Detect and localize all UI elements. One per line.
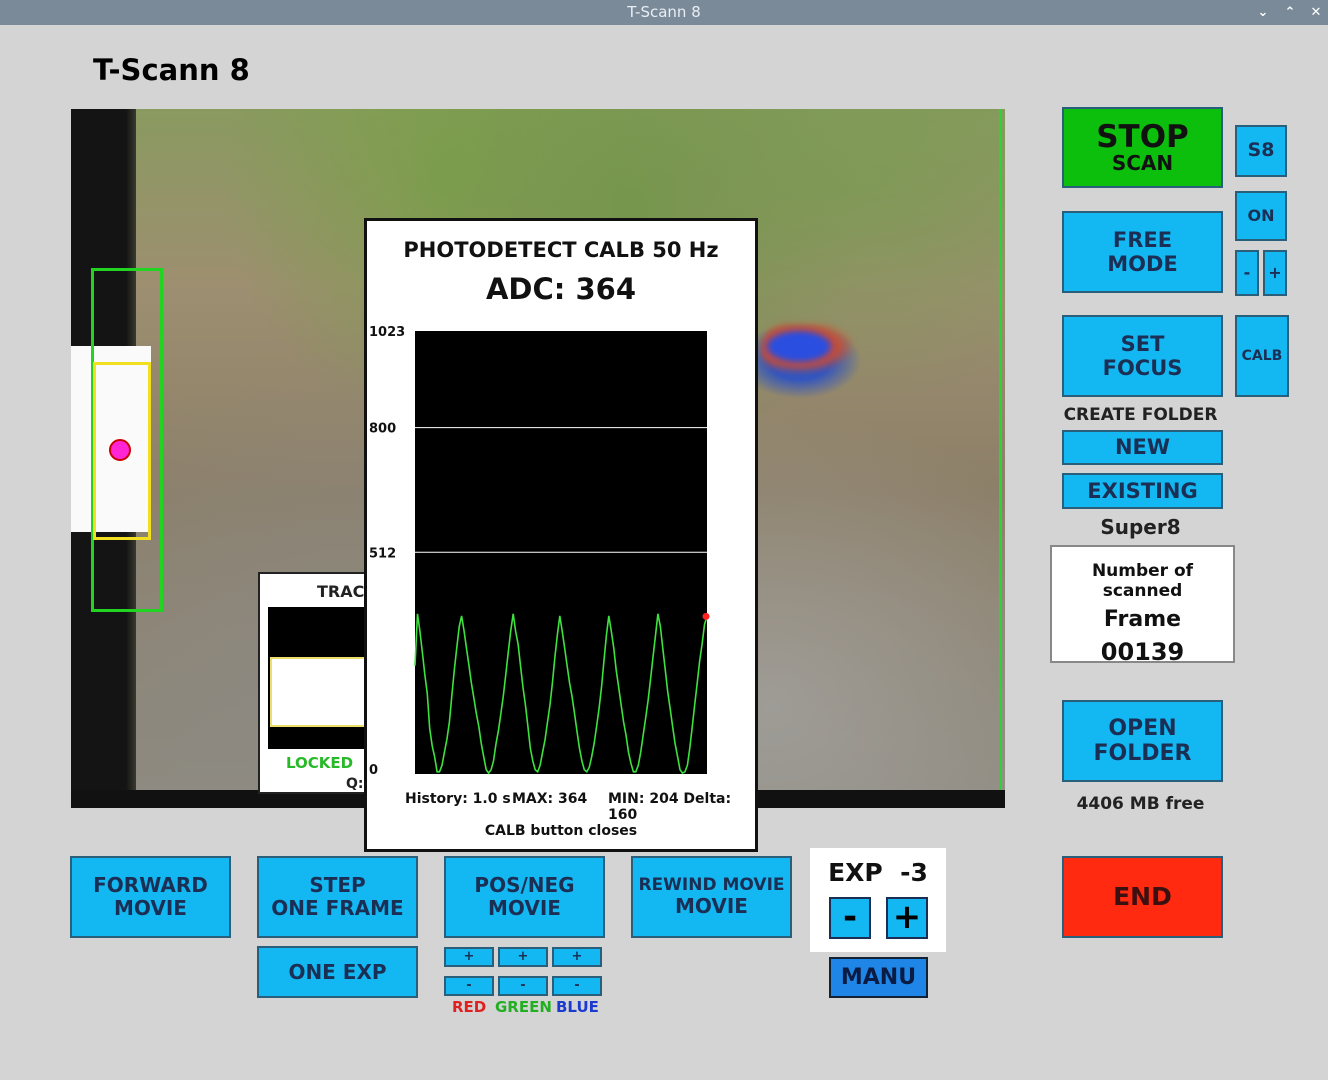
on-button[interactable]: ON — [1235, 191, 1287, 241]
manu-label: MANU — [840, 964, 917, 990]
speed-plus-button[interactable]: + — [1263, 250, 1287, 296]
photodetect-calibration-popup: PHOTODETECT CALB 50 Hz ADC: 364 1023 800 5… — [364, 218, 758, 852]
s8-label: S8 — [1247, 139, 1275, 162]
tracking-hole — [270, 657, 368, 727]
speed-minus-button[interactable]: - — [1235, 250, 1259, 296]
set-focus-button[interactable]: SET FOCUS — [1062, 315, 1223, 397]
minimize-icon[interactable]: ⌄ — [1251, 0, 1275, 25]
on-label: ON — [1247, 205, 1275, 225]
calb-button[interactable]: CALB — [1235, 315, 1289, 397]
maximize-icon[interactable]: ⌃ — [1278, 0, 1302, 25]
chart-ytick-label-2: 512 — [369, 546, 396, 561]
one-exp-label: ONE EXP — [288, 959, 387, 984]
end-label: END — [1113, 881, 1172, 911]
new-folder-label: NEW — [1114, 435, 1171, 460]
perforation-center-dot — [109, 439, 131, 461]
green-plus-button[interactable]: + — [498, 947, 548, 967]
min-delta-label: MIN: 204 Delta: 160 — [608, 791, 732, 823]
tracking-status: LOCKED — [286, 754, 354, 772]
history-label: History: 1.0 s — [405, 791, 511, 807]
red-plus-button[interactable]: + — [444, 947, 494, 967]
frame-counter-label-1: Number of scanned — [1091, 561, 1194, 601]
open-folder-label-1: OPEN — [1108, 715, 1177, 741]
pos-neg-movie-button[interactable]: POS/NEG MOVIE — [444, 856, 605, 938]
free-mode-button[interactable]: FREE MODE — [1062, 211, 1223, 293]
open-folder-label-2: FOLDER — [1093, 741, 1192, 766]
blue-minus-button[interactable]: - — [552, 976, 602, 996]
pos-neg-movie-label-1: POS/NEG — [474, 873, 575, 897]
free-space-label: 4406 MB free — [1076, 794, 1205, 814]
forward-movie-button[interactable]: FORWARD MOVIE — [70, 856, 231, 938]
app-title: T-Scann 8 — [93, 53, 250, 87]
chart-ytick-label-0: 1023 — [369, 325, 405, 340]
max-label: MAX: 364 — [512, 791, 588, 807]
rewind-movie-label-1: REWIND MOVIE — [638, 874, 785, 895]
existing-folder-button[interactable]: EXISTING — [1062, 473, 1223, 509]
window-titlebar: T-Scann 8 — [0, 0, 1328, 25]
rewind-movie-label-2: MOVIE — [675, 894, 748, 919]
create-folder-label: CREATE FOLDER — [1063, 405, 1218, 425]
blue-plus-button[interactable]: + — [552, 947, 602, 967]
speed-minus-label: - — [1243, 262, 1251, 282]
rewind-movie-button[interactable]: REWIND MOVIE MOVIE — [631, 856, 792, 938]
film-type-label: Super8 — [1100, 515, 1181, 539]
window-title: T-Scann 8 — [627, 3, 701, 21]
blue-label: BLUE — [556, 998, 599, 1016]
chart-ytick-label-1: 800 — [369, 422, 396, 437]
pos-neg-movie-label-2: MOVIE — [488, 896, 561, 920]
step-one-frame-label-2: ONE FRAME — [271, 896, 404, 920]
green-minus-button[interactable]: - — [498, 976, 548, 996]
free-mode-label-1: FREE — [1112, 227, 1173, 252]
stop-scan-label-1: STOP — [1096, 119, 1189, 155]
red-label: RED — [452, 998, 487, 1016]
popup-title: PHOTODETECT CALB 50 Hz — [403, 238, 719, 262]
close-icon[interactable]: ✕ — [1304, 0, 1328, 25]
calb-label: CALB — [1241, 347, 1283, 364]
tracking-title: TRAC — [317, 582, 365, 601]
forward-movie-label-2: MOVIE — [114, 896, 187, 920]
frame-counter-label-2: Frame — [1103, 607, 1182, 632]
s8-button[interactable]: S8 — [1235, 125, 1287, 177]
free-mode-label-2: MODE — [1107, 252, 1178, 276]
step-one-frame-label-1: STEP — [309, 873, 366, 897]
frame-counter-value: 00139 — [1100, 638, 1185, 666]
stop-scan-button[interactable]: STOP SCAN — [1062, 107, 1223, 188]
set-focus-label-2: FOCUS — [1102, 356, 1183, 380]
end-button[interactable]: END — [1062, 856, 1223, 938]
exposure-label: EXP -3 — [828, 858, 928, 887]
chart-ytick-label-3: 0 — [369, 763, 378, 778]
adc-value: ADC: 364 — [485, 272, 637, 306]
exposure-minus-button[interactable]: - — [829, 897, 871, 939]
chart-current-marker — [702, 612, 710, 620]
forward-movie-label-1: FORWARD — [93, 873, 208, 897]
open-folder-button[interactable]: OPEN FOLDER — [1062, 700, 1223, 782]
tracking-view — [268, 607, 368, 749]
stop-scan-label-2: SCAN — [1111, 151, 1174, 175]
green-label: GREEN — [495, 998, 552, 1016]
exposure-plus-button[interactable]: + — [886, 897, 928, 939]
red-minus-button[interactable]: - — [444, 976, 494, 996]
photodetect-chart: 1023 800 512 0 — [369, 325, 710, 778]
speed-plus-label: + — [1268, 262, 1282, 282]
set-focus-label-1: SET — [1120, 331, 1165, 356]
exposure-panel: EXP -3 - + — [810, 848, 946, 952]
tracking-panel: TRAC LOCKED Q: — [258, 572, 368, 794]
new-folder-button[interactable]: NEW — [1062, 430, 1223, 465]
tracking-q-label: Q: — [346, 776, 364, 792]
existing-folder-label: EXISTING — [1087, 478, 1198, 503]
frame-counter-panel: Number of scanned Frame 00139 — [1050, 545, 1235, 666]
frame-edge-line — [999, 109, 1002, 808]
one-exp-button[interactable]: ONE EXP — [257, 946, 418, 998]
manu-button[interactable]: MANU — [829, 957, 928, 998]
car-object — [761, 324, 856, 374]
calb-close-hint: CALB button closes — [484, 823, 638, 839]
step-one-frame-button[interactable]: STEP ONE FRAME — [257, 856, 418, 938]
